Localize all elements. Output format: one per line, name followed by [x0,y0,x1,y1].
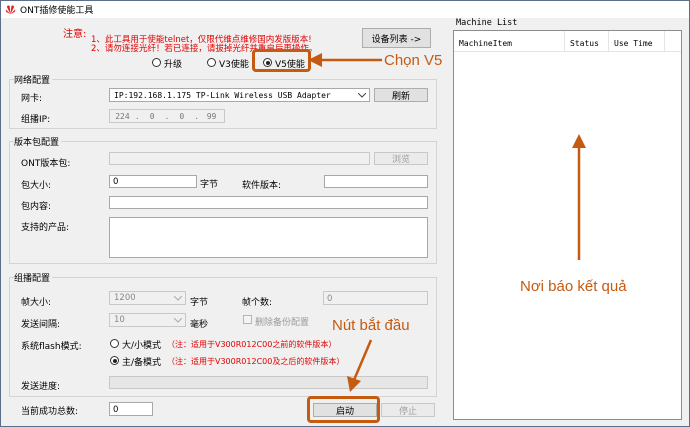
send-interval-unit: 毫秒 [190,320,209,330]
network-group-title: 网络配置 [14,73,53,86]
flash-mode-big-small-radio[interactable] [110,339,119,348]
huawei-logo-icon [5,5,16,15]
mode-upgrade-label: 升级 [164,60,183,70]
software-version-field[interactable] [324,175,428,188]
mode-upgrade-radio[interactable] [152,58,161,67]
supported-products-field[interactable] [109,217,428,258]
mode-v3-label: V3使能 [219,60,249,70]
nic-select-value: IP:192.168.1.175 TP-Link Wireless USB Ad… [114,91,331,100]
frame-count-label: 帧个数: [242,298,273,308]
package-size-field[interactable]: 0 [109,175,197,188]
ont-package-label: ONT版本包: [21,159,71,169]
stop-button[interactable]: 停止 [381,403,435,417]
mode-v3-radio[interactable] [207,58,216,67]
column-machine-item[interactable]: MachineItem [459,39,512,48]
chevron-down-icon [358,93,366,98]
supported-products-label: 支持的产品: [21,223,70,233]
frame-size-value: 1200 [114,293,136,303]
machine-list-title: Machine List [456,18,518,28]
send-interval-select[interactable]: 10 [109,313,186,327]
package-size-unit: 字节 [200,180,219,190]
package-content-label: 包内容: [21,202,52,212]
ont-package-field[interactable] [109,152,370,165]
ip-octet-1: 224 [115,111,130,121]
arrow-up-icon [572,134,586,260]
annotation-choose-v5: Chọn V5 [384,52,443,69]
flash-mode-main-backup-radio[interactable] [110,356,119,365]
annotation-start-button: Nút bắt đầu [332,317,410,334]
annotation-result-area: Nơi báo kết quả [520,278,627,295]
column-use-time[interactable]: Use Time [614,39,653,48]
machine-list-header: MachineItem Status Use Time [454,31,681,52]
nic-select[interactable]: IP:192.168.1.175 TP-Link Wireless USB Ad… [109,88,370,102]
arrow-left-icon [308,53,382,67]
success-count-value: 0 [113,405,119,415]
arrow-down-icon [347,339,373,392]
v5-highlight-box [252,49,311,72]
delete-backup-checkbox[interactable] [243,315,252,324]
flash-mode-big-small-note: （注：适用于V300R012C00之前的软件版本） [167,340,337,349]
notice-label: 注意: [63,29,87,40]
package-content-field[interactable] [109,196,428,209]
window-title: ONT插修使能工具 [20,6,94,16]
frame-size-select[interactable]: 1200 [109,291,186,305]
device-list-button[interactable]: 设备列表 -> [362,28,431,48]
browse-button[interactable]: 浏览 [374,152,428,165]
start-highlight-box [307,396,380,423]
chevron-down-icon [174,296,182,301]
package-size-label: 包大小: [21,181,52,191]
package-size-value: 0 [113,177,119,187]
nic-label: 网卡: [21,94,43,104]
column-status[interactable]: Status [570,39,599,48]
send-interval-label: 发送间隔: [21,320,61,330]
success-count-label: 当前成功总数: [21,407,79,417]
ip-octet-4: 99 [206,111,217,121]
package-group-title: 版本包配置 [14,135,62,148]
flash-mode-label: 系统flash模式: [21,342,82,352]
ip-octet-2: 0 [149,111,155,121]
refresh-button[interactable]: 刷新 [374,88,428,102]
send-progress-label: 发送进度: [21,382,61,392]
send-progress-bar [109,376,428,389]
multicast-ip-label: 组播IP: [21,115,51,125]
title-bar: ONT插修使能工具 [1,1,689,18]
frame-count-value: 0 [327,294,333,304]
ip-octet-3: 0 [179,111,185,121]
success-count-field: 0 [109,402,153,416]
flash-mode-main-backup-note: （注：适用于V300R012C00及之后的软件版本） [167,357,345,366]
multicast-ip-field[interactable]: 224. 0. 0. 99 [109,109,225,123]
send-interval-value: 10 [114,315,125,325]
delete-backup-label: 删除备份配置 [255,318,310,328]
frame-size-unit: 字节 [190,298,209,308]
frame-count-field[interactable]: 0 [323,291,428,305]
multicast-group-title: 组播配置 [14,271,53,284]
software-version-label: 软件版本: [242,181,282,191]
flash-mode-big-small-label: 大/小模式 [122,341,162,351]
chevron-down-icon [174,318,182,323]
flash-mode-main-backup-label: 主/备模式 [122,358,162,368]
machine-list-table[interactable]: MachineItem Status Use Time [453,30,682,420]
frame-size-label: 帧大小: [21,298,52,308]
